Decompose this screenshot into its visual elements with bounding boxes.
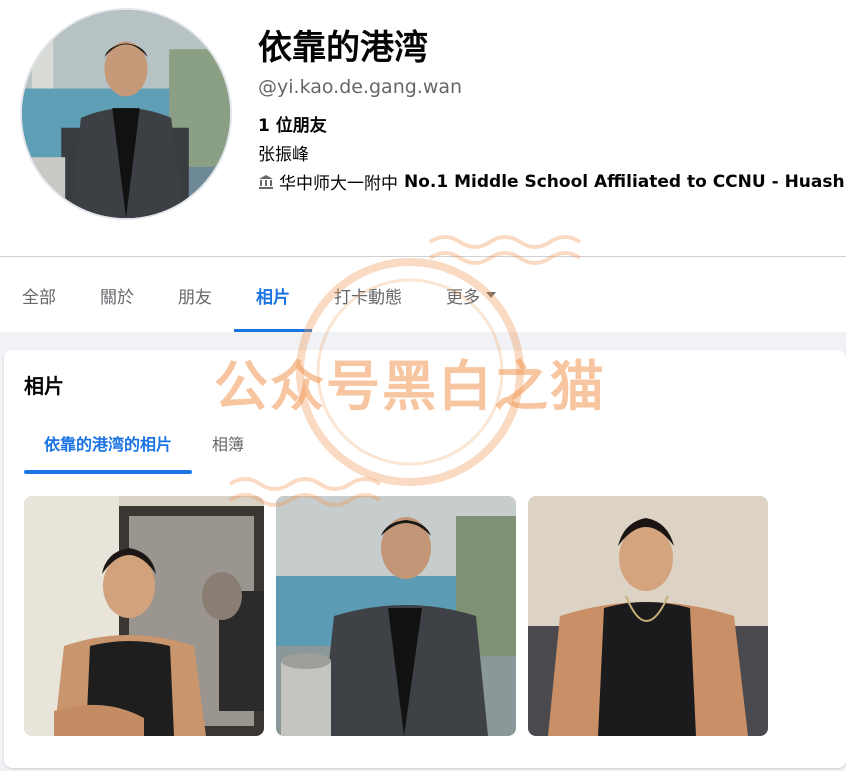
photos-card: 相片 依靠的港湾的相片 相簿 [4,350,846,768]
caret-down-icon [486,292,496,298]
tab-about[interactable]: 關於 [78,258,156,332]
friends-count[interactable]: 1 位朋友 [258,111,327,136]
tab-photos-label: 相片 [256,287,290,308]
profile-avatar[interactable] [20,8,232,220]
tab-all[interactable]: 全部 [0,258,78,332]
profile-name: 依靠的港湾 [258,28,428,68]
tab-more-label: 更多 [446,287,480,308]
profile-handle: @yi.kao.de.gang.wan [258,76,463,98]
tab-checkins[interactable]: 打卡動態 [312,258,424,332]
subtab-user-photos-label: 依靠的港湾的相片 [44,435,173,454]
subtab-albums-label: 相簿 [212,435,245,454]
tab-about-label: 關於 [100,287,134,308]
photos-section-title: 相片 [24,374,64,398]
tab-checkins-label: 打卡動態 [334,287,402,308]
profile-tabs: 全部 關於 朋友 相片 打卡動態 更多 [0,258,518,332]
photo-grid [24,496,768,736]
tab-all-label: 全部 [22,287,56,308]
header-divider [0,256,846,257]
profile-real-name[interactable]: 张振峰 [258,140,309,165]
subtab-user-photos[interactable]: 依靠的港湾的相片 [24,412,193,474]
photos-subtabs: 依靠的港湾的相片 相簿 [24,412,264,474]
photo-thumbnail[interactable] [276,496,516,736]
avatar-photo [22,10,230,218]
subtab-albums[interactable]: 相簿 [192,412,264,474]
photo-thumbnail[interactable] [24,496,264,736]
tab-photos[interactable]: 相片 [234,258,312,332]
tab-friends[interactable]: 朋友 [156,258,234,332]
school-name-link[interactable]: No.1 Middle School Affiliated to CCNU - … [404,172,846,192]
school-info: 华中师大一附中 No.1 Middle School Affiliated to… [258,169,846,194]
school-prefix: 华中师大一附中 [279,174,398,194]
photo-thumbnail[interactable] [528,496,768,736]
school-building-icon [258,174,274,190]
tab-friends-label: 朋友 [178,287,212,308]
profile-header: 依靠的港湾 @yi.kao.de.gang.wan 1 位朋友 张振峰 华中师大… [0,0,846,332]
tab-more[interactable]: 更多 [424,258,518,332]
